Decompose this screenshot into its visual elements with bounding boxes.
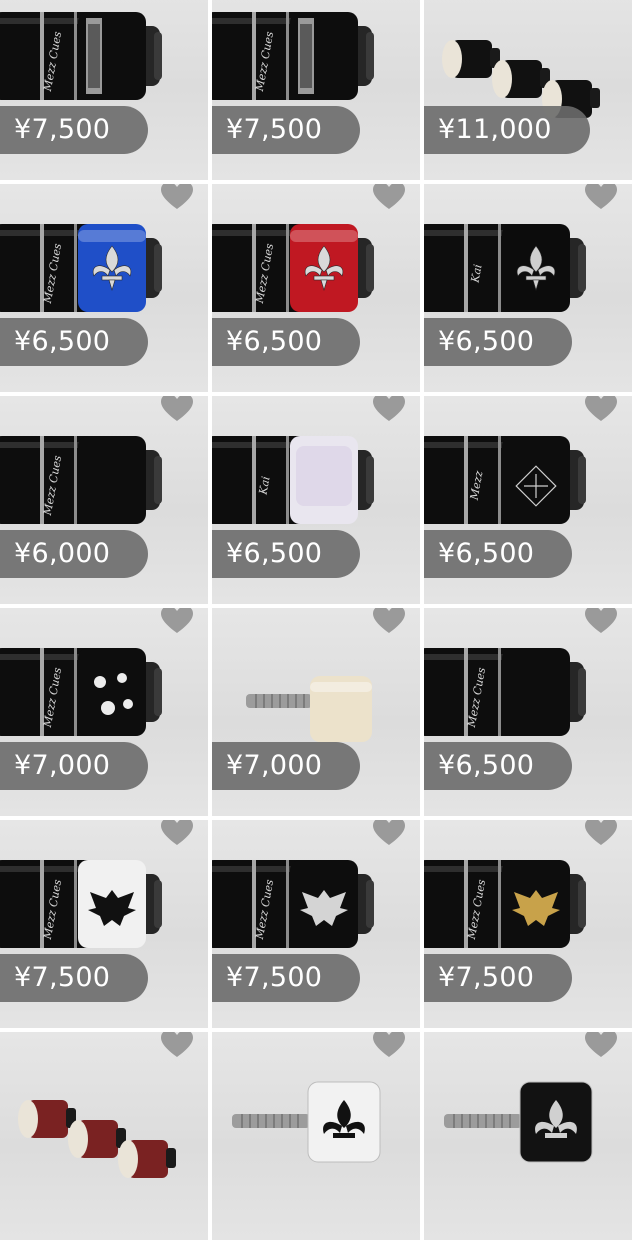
heart-icon[interactable]: [584, 608, 618, 635]
product-grid: Mezz Cues ¥7,500 Mezz Cues ¥7,500 ¥11,00…: [0, 0, 632, 1240]
heart-icon[interactable]: [372, 184, 406, 211]
heart-icon[interactable]: [372, 820, 406, 847]
product-card[interactable]: Mezz Cues ¥6,500: [0, 184, 208, 392]
price-badge: ¥7,500: [424, 954, 573, 1002]
price-badge: ¥6,500: [424, 742, 573, 790]
heart-icon[interactable]: [584, 820, 618, 847]
product-card[interactable]: Kai ¥6,500: [424, 184, 632, 392]
heart-icon[interactable]: [160, 396, 194, 423]
product-card[interactable]: Mezz Cues ¥6,000: [0, 396, 208, 604]
product-card[interactable]: Kai ¥6,500: [212, 396, 420, 604]
product-card[interactable]: ¥7,000: [212, 608, 420, 816]
heart-icon[interactable]: [160, 608, 194, 635]
product-card[interactable]: [212, 1032, 420, 1240]
product-card[interactable]: [0, 1032, 208, 1240]
heart-icon[interactable]: [160, 820, 194, 847]
product-card[interactable]: Mezz Cues ¥7,000: [0, 608, 208, 816]
price-badge: ¥7,500: [212, 954, 361, 1002]
product-image: [232, 1081, 381, 1163]
price-badge: ¥6,500: [424, 318, 573, 366]
product-image: [18, 1100, 176, 1178]
price-badge: ¥6,500: [0, 318, 149, 366]
price-badge: ¥7,500: [0, 106, 149, 154]
heart-icon[interactable]: [584, 396, 618, 423]
price-badge: ¥11,000: [424, 106, 590, 154]
heart-icon[interactable]: [584, 184, 618, 211]
price-badge: ¥6,500: [212, 318, 361, 366]
product-card[interactable]: Mezz Cues ¥6,500: [212, 184, 420, 392]
price-badge: ¥7,000: [0, 742, 149, 790]
product-image: [444, 1081, 593, 1163]
heart-icon[interactable]: [372, 608, 406, 635]
heart-icon[interactable]: [160, 184, 194, 211]
product-card[interactable]: Mezz ¥6,500: [424, 396, 632, 604]
heart-icon[interactable]: [160, 1032, 194, 1059]
price-badge: ¥7,000: [212, 742, 361, 790]
heart-icon[interactable]: [584, 1032, 618, 1059]
product-card[interactable]: Mezz Cues ¥7,500: [212, 0, 420, 180]
product-card[interactable]: Mezz Cues ¥7,500: [0, 820, 208, 1028]
product-card[interactable]: Mezz Cues ¥6,500: [424, 608, 632, 816]
product-card[interactable]: ¥11,000: [424, 0, 632, 180]
price-badge: ¥6,500: [424, 530, 573, 578]
price-badge: ¥6,000: [0, 530, 149, 578]
price-badge: ¥7,500: [0, 954, 149, 1002]
price-badge: ¥7,500: [212, 106, 361, 154]
product-card[interactable]: Mezz Cues ¥7,500: [212, 820, 420, 1028]
heart-icon[interactable]: [372, 1032, 406, 1059]
price-badge: ¥6,500: [212, 530, 361, 578]
product-card[interactable]: [424, 1032, 632, 1240]
product-card[interactable]: Mezz Cues ¥7,500: [424, 820, 632, 1028]
product-card[interactable]: Mezz Cues ¥7,500: [0, 0, 208, 180]
heart-icon[interactable]: [372, 396, 406, 423]
